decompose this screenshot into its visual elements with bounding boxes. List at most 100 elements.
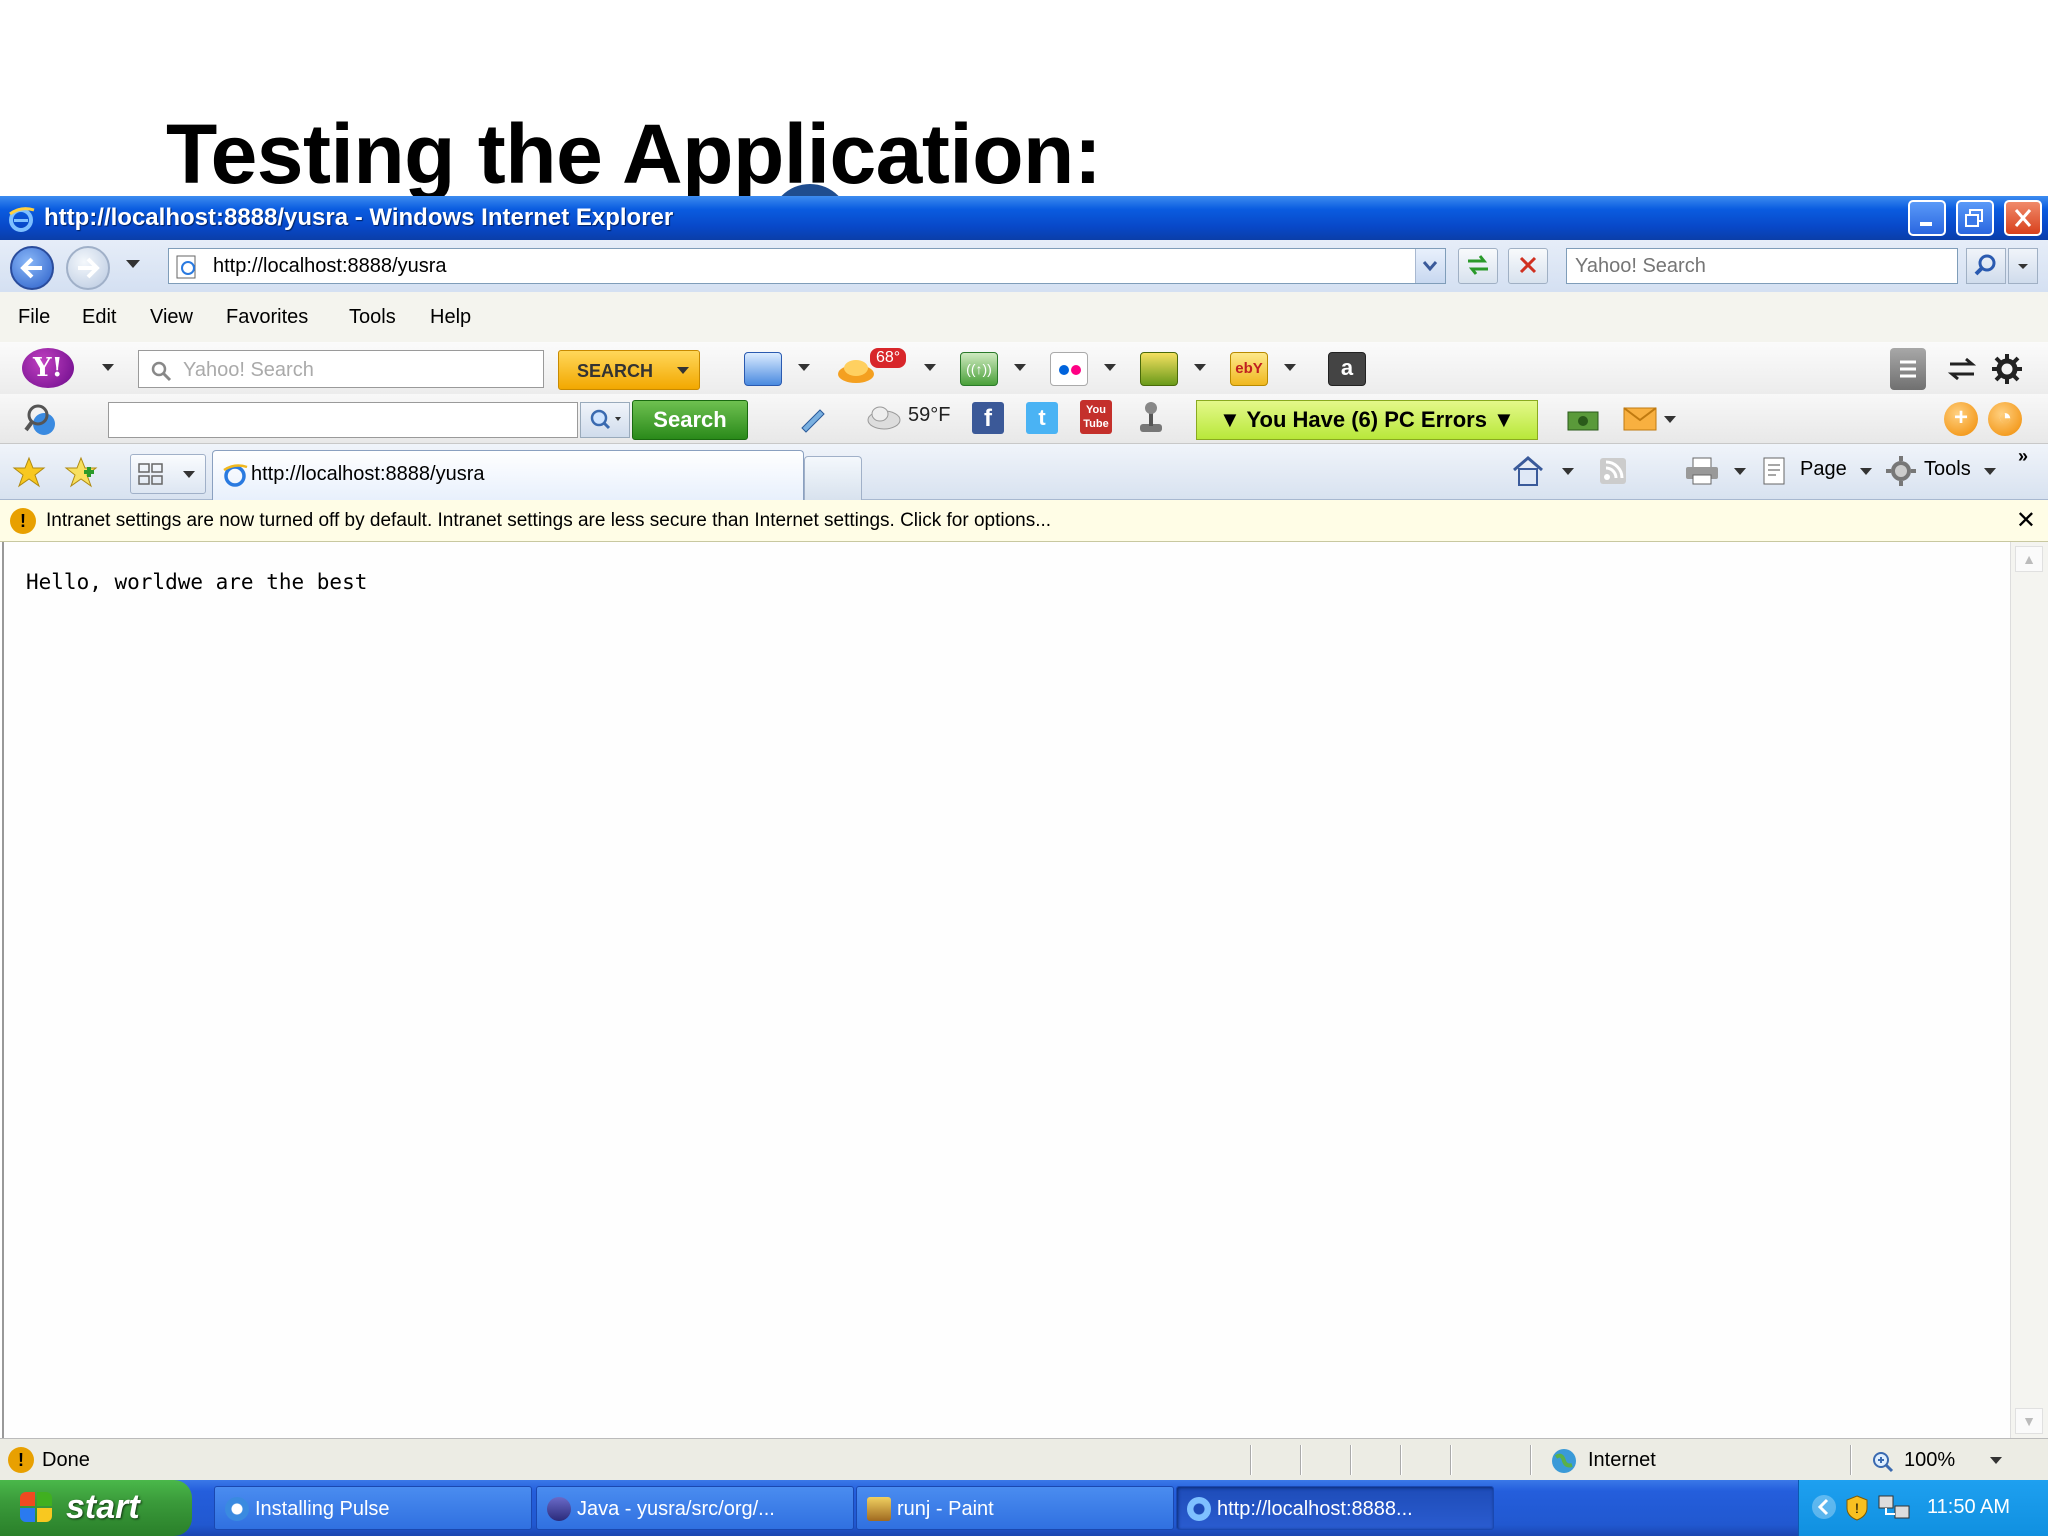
title-bar[interactable]: http://localhost:8888/yusra - Windows In… <box>0 196 2048 240</box>
yahoo-search-button[interactable]: SEARCH <box>558 350 700 390</box>
news-icon[interactable] <box>1140 352 1178 386</box>
search-icon <box>151 361 172 382</box>
chevron-down-icon[interactable] <box>1990 1457 2002 1464</box>
vertical-scrollbar[interactable]: ▲ ▼ <box>2010 542 2048 1438</box>
menu-tools[interactable]: Tools <box>349 306 396 329</box>
yahoo-logo-icon[interactable]: Y! <box>22 348 74 388</box>
chevron-down-icon[interactable] <box>102 364 114 371</box>
taskbar-item-java[interactable]: Java - yusra/src/org/... <box>536 1486 854 1530</box>
window-search-box[interactable] <box>1566 248 1958 284</box>
menu-help[interactable]: Help <box>430 306 471 329</box>
orange-search-icon[interactable]: ◔ <box>1988 402 2022 436</box>
chevron-down-icon[interactable] <box>1284 364 1296 371</box>
weather-temp[interactable]: 59°F <box>908 404 950 427</box>
warning-shield-icon: ! <box>10 508 36 534</box>
chevron-down-icon[interactable] <box>183 471 195 478</box>
rss-feed-icon[interactable] <box>1598 456 1630 486</box>
back-button[interactable] <box>10 246 54 290</box>
minimize-button[interactable] <box>1908 200 1946 236</box>
forward-arrow-icon <box>78 257 100 279</box>
network-icon[interactable] <box>1877 1492 1913 1522</box>
taskbar-item-installing-pulse[interactable]: Installing Pulse <box>214 1486 532 1530</box>
youtube-icon[interactable]: You Tube <box>1080 400 1112 434</box>
restore-button[interactable] <box>1956 200 1994 236</box>
menu-edit[interactable]: Edit <box>82 306 116 329</box>
chevron-down-icon[interactable] <box>798 364 810 371</box>
refresh-button[interactable] <box>1458 248 1498 284</box>
chevron-down-icon[interactable] <box>924 364 936 371</box>
history-dropdown-icon[interactable] <box>126 260 140 268</box>
mail-icon[interactable] <box>744 352 782 386</box>
ie-logo-icon <box>9 207 35 232</box>
chevron-down-icon[interactable] <box>1562 468 1574 475</box>
gear-icon[interactable] <box>1990 352 2024 386</box>
scroll-down-icon[interactable]: ▼ <box>2015 1408 2043 1434</box>
menu-file[interactable]: File <box>18 306 50 329</box>
new-tab-button[interactable] <box>804 456 862 500</box>
home-icon[interactable] <box>1510 454 1546 488</box>
status-bar: ! Done Internet 100% <box>0 1438 2048 1480</box>
address-bar[interactable]: http://localhost:8888/yusra <box>168 248 1446 284</box>
zoom-level[interactable]: 100% <box>1904 1449 1955 1472</box>
search-options-dropdown[interactable] <box>2008 248 2038 284</box>
chevron-down-icon[interactable] <box>1984 468 1996 475</box>
pc-errors-button[interactable]: ▼ You Have (6) PC Errors ▼ <box>1196 400 1538 440</box>
toolbar-search-button[interactable]: Search <box>632 400 748 440</box>
tray-expand-icon[interactable] <box>1811 1494 1837 1520</box>
swap-arrows-icon[interactable] <box>1946 356 1978 382</box>
chevron-down-icon[interactable] <box>1194 364 1206 371</box>
chevron-down-icon[interactable] <box>1860 468 1872 475</box>
security-zone[interactable]: Internet <box>1588 1449 1656 1472</box>
add-favorite-icon[interactable] <box>64 456 98 488</box>
start-label: start <box>66 1488 140 1526</box>
page-icon[interactable] <box>1760 456 1790 486</box>
toolbar-search-input[interactable] <box>108 402 578 438</box>
toolbar-search-options[interactable] <box>580 402 630 438</box>
facebook-icon[interactable]: f <box>972 402 1004 434</box>
menu-view[interactable]: View <box>150 306 193 329</box>
yahoo-search-input[interactable]: Yahoo! Search <box>138 350 544 388</box>
tools-menu[interactable]: Tools <box>1924 458 1971 481</box>
tools-gear-icon[interactable] <box>1884 454 1918 488</box>
highlight-icon[interactable] <box>796 404 830 434</box>
globe-search-icon[interactable] <box>22 400 64 440</box>
address-url[interactable]: http://localhost:8888/yusra <box>213 255 446 278</box>
menu-favorites[interactable]: Favorites <box>226 306 308 329</box>
amazon-icon[interactable]: a <box>1328 352 1366 386</box>
start-button[interactable]: start <box>0 1480 192 1536</box>
joystick-icon[interactable] <box>1134 400 1168 436</box>
add-icon[interactable]: + <box>1944 402 1978 436</box>
flickr-icon[interactable] <box>1050 352 1088 386</box>
info-bar-message[interactable]: Intranet settings are now turned off by … <box>46 510 1051 532</box>
chevron-down-icon[interactable] <box>1664 416 1676 423</box>
chevron-down-icon[interactable] <box>1104 364 1116 371</box>
envelope-icon[interactable] <box>1622 406 1660 432</box>
money-icon[interactable] <box>1566 406 1600 434</box>
favorites-star-icon[interactable] <box>12 456 46 488</box>
tab-localhost[interactable]: http://localhost:8888/yusra <box>212 450 804 500</box>
window-search-input[interactable] <box>1567 249 1957 283</box>
chevron-down-icon[interactable] <box>1734 468 1746 475</box>
toolbar-menu-button[interactable] <box>1890 348 1926 390</box>
info-bar-close-icon[interactable]: ✕ <box>2016 506 2036 535</box>
taskbar-item-localhost[interactable]: http://localhost:8888... <box>1176 1486 1494 1530</box>
upload-icon[interactable]: ((↑)) <box>960 352 998 386</box>
printer-icon[interactable] <box>1684 456 1720 486</box>
address-dropdown-button[interactable] <box>1415 249 1445 283</box>
page-menu[interactable]: Page <box>1800 458 1847 481</box>
chevron-more-icon[interactable]: » <box>2018 446 2028 467</box>
status-separator <box>1250 1445 1252 1475</box>
security-shield-icon[interactable]: ! <box>1845 1494 1869 1522</box>
taskbar-item-paint[interactable]: runj - Paint <box>856 1486 1174 1530</box>
info-bar[interactable]: ! Intranet settings are now turned off b… <box>0 500 2048 542</box>
quick-tabs-button[interactable] <box>130 454 206 494</box>
stop-button[interactable] <box>1508 248 1548 284</box>
ebay-icon[interactable]: ebY <box>1230 352 1268 386</box>
chevron-down-icon[interactable] <box>1014 364 1026 371</box>
scroll-up-icon[interactable]: ▲ <box>2015 546 2043 572</box>
window-search-button[interactable] <box>1966 248 2006 284</box>
system-tray: ! 11:50 AM <box>1798 1480 2048 1536</box>
twitter-icon[interactable]: t <box>1026 402 1058 434</box>
forward-button[interactable] <box>66 246 110 290</box>
close-button[interactable] <box>2004 200 2042 236</box>
